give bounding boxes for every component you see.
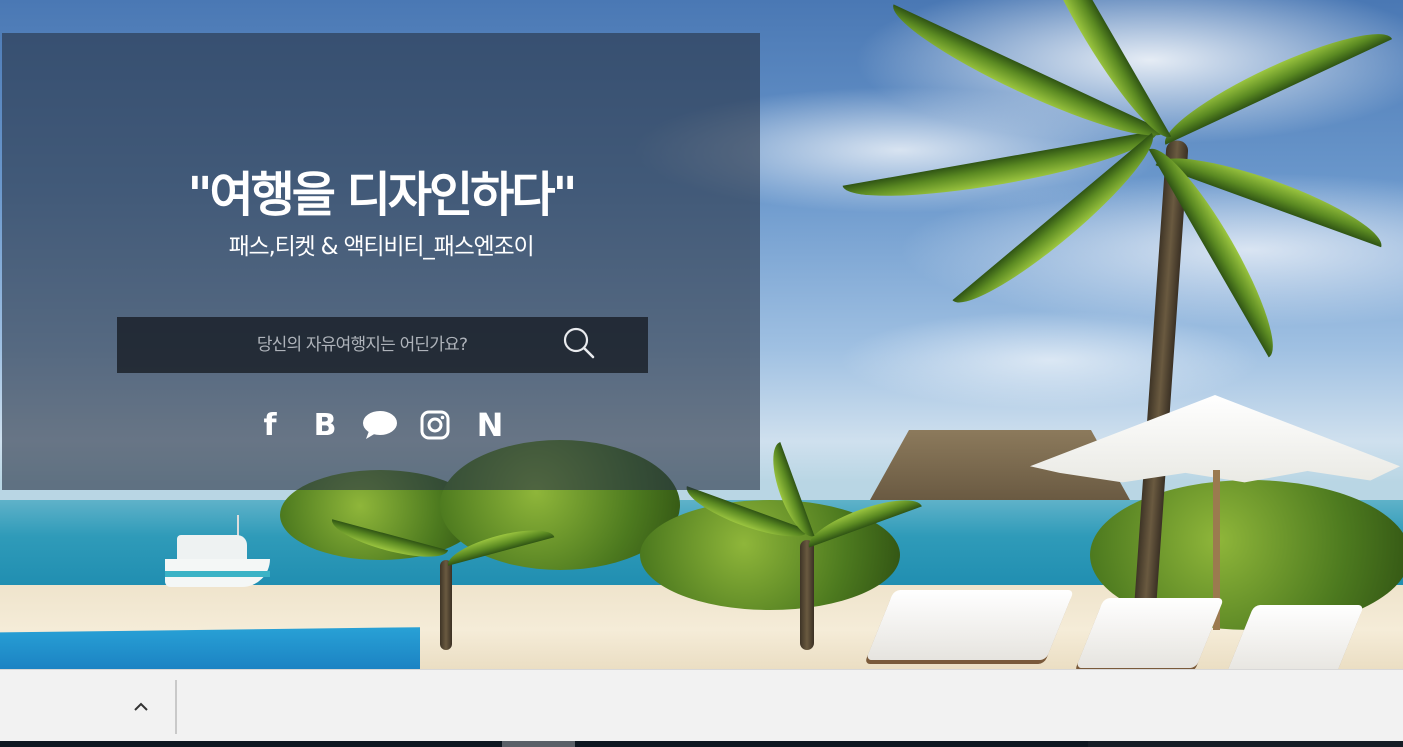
boat (165, 515, 270, 587)
scroll-top-button[interactable] (118, 686, 164, 726)
search-button[interactable] (557, 323, 601, 367)
divider (175, 680, 177, 734)
search-input[interactable] (117, 317, 577, 373)
chevron-up-icon (134, 702, 148, 711)
instagram-link[interactable] (415, 405, 455, 445)
instagram-icon (420, 410, 450, 440)
palm-trunk (800, 540, 814, 650)
kakaotalk-link[interactable] (360, 405, 400, 445)
blog-link[interactable]: B (305, 405, 345, 445)
facebook-icon: f (263, 407, 277, 443)
social-links: f B N (250, 405, 510, 445)
sun-lounger (865, 590, 1075, 660)
search-icon (563, 327, 595, 358)
hero-headline: "여행을 디자인하다" (187, 167, 577, 223)
footer-strip-segment (1088, 741, 1403, 747)
hero-subtitle: 패스,티켓 & 액티비티_패스엔조이 (228, 234, 535, 260)
footer-strip (0, 741, 1403, 747)
footer-strip-highlight (502, 741, 575, 747)
facebook-link[interactable]: f (250, 405, 290, 445)
naver-link[interactable]: N (470, 405, 510, 445)
palm-trunk (440, 560, 452, 650)
hero-overlay-panel: "여행을 디자인하다" 패스,티켓 & 액티비티_패스엔조이 f B (2, 33, 760, 490)
palm-frond (1154, 15, 1393, 145)
search-box (117, 317, 648, 373)
blog-icon: B (313, 407, 337, 443)
naver-icon: N (476, 406, 504, 444)
chat-bubble-icon (363, 411, 397, 439)
bottom-bar (0, 669, 1403, 741)
